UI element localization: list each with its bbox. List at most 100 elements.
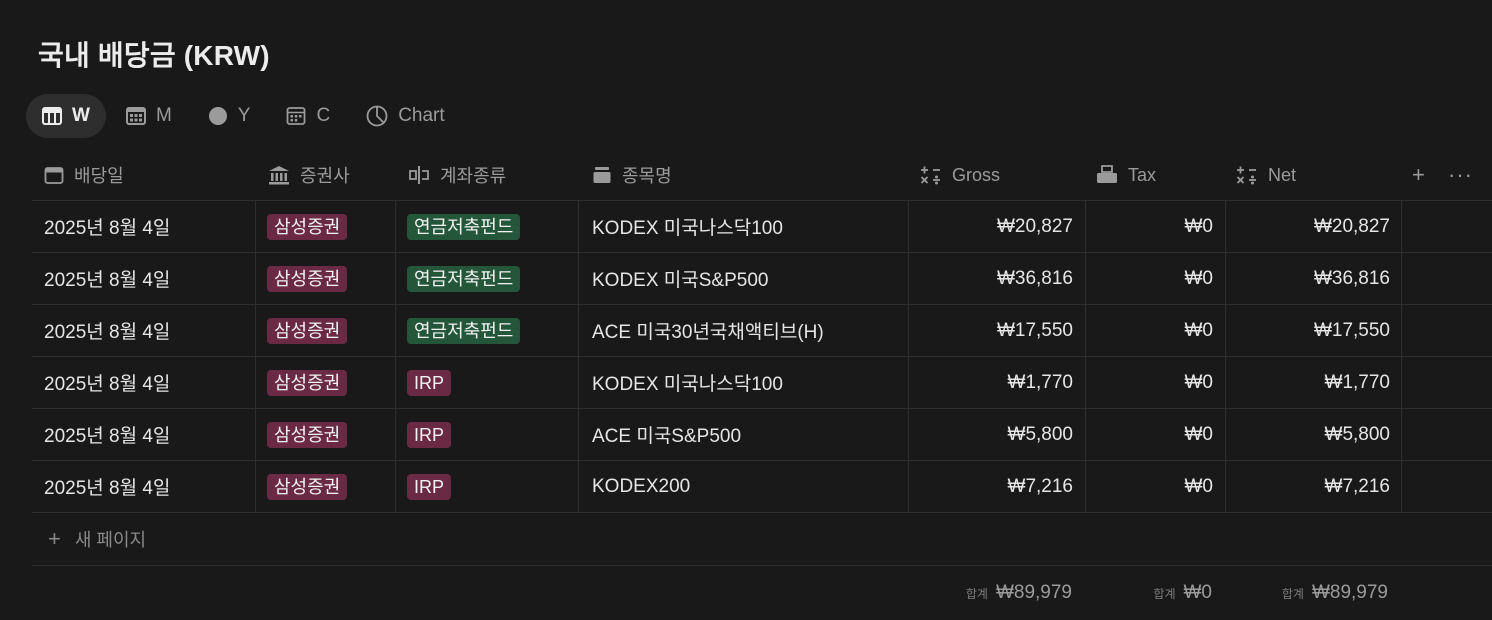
cell-account[interactable]: IRP [407, 461, 567, 512]
account-tag: IRP [407, 369, 452, 396]
column-divider [255, 305, 256, 356]
column-divider [578, 253, 579, 304]
cell-net[interactable]: ₩5,800 [1229, 409, 1390, 460]
formula-icon [1236, 166, 1256, 185]
cell-broker[interactable]: 삼성증권 [267, 357, 387, 408]
cell-tax[interactable]: ₩0 [1089, 253, 1214, 304]
cell-name[interactable]: KODEX 미국나스닥100 [592, 357, 902, 408]
cell-name[interactable]: ACE 미국30년국채액티브(H) [592, 305, 902, 356]
cell-date[interactable]: 2025년 8월 4일 [44, 253, 244, 304]
cell-broker[interactable]: 삼성증권 [267, 305, 387, 356]
plus-icon: + [48, 526, 61, 551]
calendar-week-icon [42, 107, 62, 125]
table-row[interactable]: 2025년 8월 4일 삼성증권 IRP ACE 미국S&P500 ₩5,800 ₩0 ₩5… [32, 409, 1492, 461]
table-body: 2025년 8월 4일 삼성증권 연금저축펀드 KODEX 미국나스닥100 ₩20,8… [32, 201, 1492, 513]
column-divider [255, 461, 256, 512]
tab-week[interactable]: W [26, 94, 106, 138]
cell-name[interactable]: KODEX 미국나스닥100 [592, 201, 902, 252]
cell-broker[interactable]: 삼성증권 [267, 253, 387, 304]
account-tag: 연금저축펀드 [407, 317, 521, 344]
more-options-icon[interactable]: ··· [1448, 150, 1473, 200]
cell-gross[interactable]: ₩7,216 [912, 461, 1073, 512]
account-tag: 연금저축펀드 [407, 265, 521, 292]
cell-broker[interactable]: 삼성증권 [267, 409, 387, 460]
column-divider [395, 201, 396, 252]
cell-broker[interactable]: 삼성증권 [267, 461, 387, 512]
bank-icon [269, 166, 289, 185]
column-header-gross[interactable]: Gross [920, 150, 1090, 200]
column-divider [1085, 201, 1086, 252]
cell-tax[interactable]: ₩0 [1089, 409, 1214, 460]
column-header-date[interactable]: 배당일 [44, 150, 254, 200]
table-row[interactable]: 2025년 8월 4일 삼성증권 IRP KODEX 미국나스닥100 ₩1,770 ₩0… [32, 357, 1492, 409]
gross-total[interactable]: 합계 ₩89,979 [908, 566, 1072, 620]
column-header-broker[interactable]: 증권사 [268, 150, 398, 200]
table-row[interactable]: 2025년 8월 4일 삼성증권 연금저축펀드 ACE 미국30년국채액티브(H) ₩1… [32, 305, 1492, 357]
new-page-button[interactable]: + 새 페이지 [32, 513, 1492, 566]
cell-date[interactable]: 2025년 8월 4일 [44, 357, 244, 408]
column-divider [395, 409, 396, 460]
cell-tax[interactable]: ₩0 [1089, 201, 1214, 252]
column-divider [1085, 357, 1086, 408]
cell-date[interactable]: 2025년 8월 4일 [44, 201, 244, 252]
tab-year[interactable]: Y [192, 94, 267, 138]
column-header-account[interactable]: 계좌종류 [408, 150, 578, 200]
cell-gross[interactable]: ₩36,816 [912, 253, 1073, 304]
cell-account[interactable]: IRP [407, 409, 567, 460]
cell-tax[interactable]: ₩0 [1089, 357, 1214, 408]
net-total[interactable]: 합계 ₩89,979 [1228, 566, 1388, 620]
cell-date[interactable]: 2025년 8월 4일 [44, 305, 244, 356]
cell-tax[interactable]: ₩0 [1089, 305, 1214, 356]
tab-label: C [316, 105, 331, 126]
tab-chart[interactable]: Chart [350, 94, 460, 138]
cell-gross[interactable]: ₩17,550 [912, 305, 1073, 356]
cell-name[interactable]: KODEX200 [592, 461, 902, 512]
cell-net[interactable]: ₩7,216 [1229, 461, 1390, 512]
cell-account[interactable]: 연금저축펀드 [407, 253, 567, 304]
column-divider [908, 305, 909, 356]
cell-net[interactable]: ₩36,816 [1229, 253, 1390, 304]
tax-total[interactable]: 합계 ₩0 [1092, 566, 1212, 620]
cell-net[interactable]: ₩17,550 [1229, 305, 1390, 356]
column-divider [578, 409, 579, 460]
cell-gross[interactable]: ₩5,800 [912, 409, 1073, 460]
cell-net[interactable]: ₩20,827 [1229, 201, 1390, 252]
cell-date[interactable]: 2025년 8월 4일 [44, 461, 244, 512]
view-tabs: W M Y C Chart [26, 94, 465, 138]
column-divider [908, 409, 909, 460]
column-header-tax[interactable]: Tax [1096, 150, 1226, 200]
column-divider [908, 357, 909, 408]
tab-month[interactable]: M [110, 94, 188, 138]
cell-tax[interactable]: ₩0 [1089, 461, 1214, 512]
cell-gross[interactable]: ₩1,770 [912, 357, 1073, 408]
column-divider [395, 253, 396, 304]
column-divider [255, 201, 256, 252]
column-divider [1401, 253, 1402, 304]
column-divider [255, 253, 256, 304]
cell-date[interactable]: 2025년 8월 4일 [44, 409, 244, 460]
cell-name[interactable]: ACE 미국S&P500 [592, 409, 902, 460]
formula-icon [920, 166, 940, 185]
calendar-icon [44, 167, 64, 184]
column-header-net[interactable]: Net [1236, 150, 1396, 200]
tab-label: Chart [398, 105, 445, 126]
page-title: 국내 배당금 (KRW) [38, 40, 270, 71]
column-divider [1085, 253, 1086, 304]
cell-account[interactable]: IRP [407, 357, 567, 408]
broker-tag: 삼성증권 [267, 317, 348, 344]
column-header-name[interactable]: 종목명 [592, 150, 892, 200]
cell-broker[interactable]: 삼성증권 [267, 201, 387, 252]
add-column-icon[interactable]: + [1412, 150, 1425, 200]
table-row[interactable]: 2025년 8월 4일 삼성증권 IRP KODEX200 ₩7,216 ₩0 ₩7,216 [32, 461, 1492, 513]
tab-calendar[interactable]: C [270, 94, 346, 138]
cell-account[interactable]: 연금저축펀드 [407, 201, 567, 252]
table-row[interactable]: 2025년 8월 4일 삼성증권 연금저축펀드 KODEX 미국나스닥100 ₩20,8… [32, 201, 1492, 253]
column-divider [1225, 253, 1226, 304]
cell-name[interactable]: KODEX 미국S&P500 [592, 253, 902, 304]
cell-gross[interactable]: ₩20,827 [912, 201, 1073, 252]
column-divider [578, 201, 579, 252]
cell-net[interactable]: ₩1,770 [1229, 357, 1390, 408]
circle-icon [208, 107, 227, 125]
table-row[interactable]: 2025년 8월 4일 삼성증권 연금저축펀드 KODEX 미국S&P500 ₩36,8… [32, 253, 1492, 305]
cell-account[interactable]: 연금저축펀드 [407, 305, 567, 356]
